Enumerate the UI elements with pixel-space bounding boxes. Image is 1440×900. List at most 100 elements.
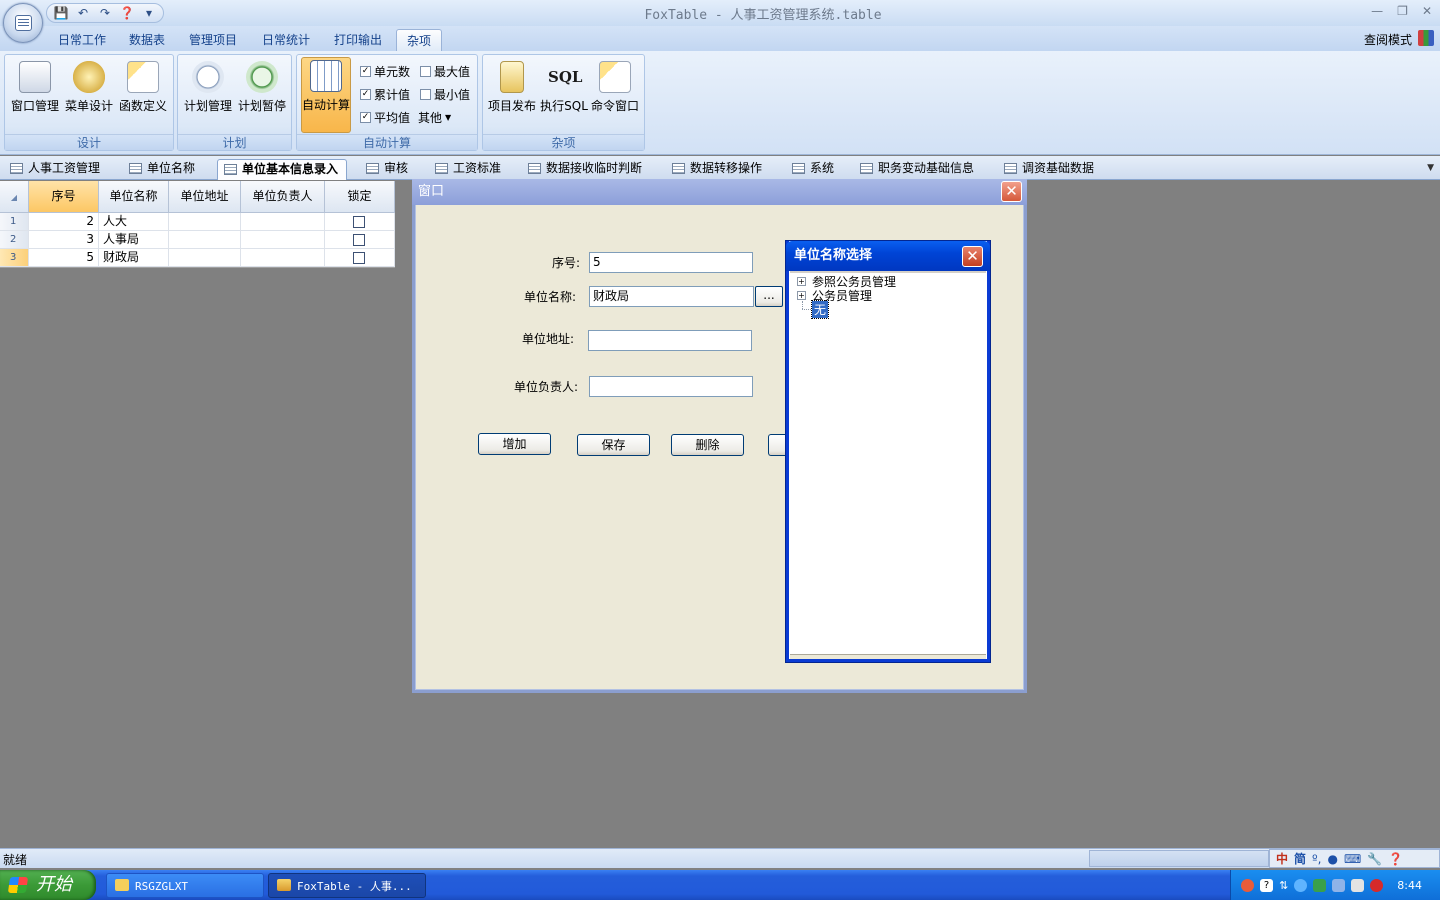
cell-address[interactable] [169, 249, 241, 267]
view-mode-label[interactable]: 查阅模式 [1364, 31, 1412, 48]
tray-network-icon[interactable] [1313, 878, 1327, 892]
tray-back-icon[interactable] [1294, 878, 1308, 892]
cell-name[interactable]: 人事局 [99, 231, 169, 249]
cell-locked[interactable] [325, 213, 395, 231]
tray-app-icon[interactable] [1241, 878, 1255, 892]
cell-seq[interactable]: 3 [29, 231, 99, 249]
clock[interactable]: 8:44 [1397, 879, 1422, 892]
check-average[interactable]: ✓ 平均值 [360, 109, 410, 126]
function-define-button[interactable]: 函数定义 [117, 59, 169, 133]
minimize-icon[interactable]: — [1371, 4, 1383, 18]
checkbox-empty-icon[interactable] [420, 66, 431, 77]
ime-punct-icon[interactable]: º, [1312, 852, 1321, 866]
save-button[interactable]: 保存 [577, 434, 650, 456]
tray-monitor-icon[interactable] [1332, 878, 1346, 892]
tab-list-arrow-icon[interactable]: ▼ [1427, 163, 1434, 173]
lock-checkbox[interactable] [353, 216, 365, 228]
grid-corner[interactable]: ◢ [0, 181, 29, 213]
checkbox-checked-icon[interactable]: ✓ [360, 112, 371, 123]
row-header[interactable]: 1 [0, 213, 29, 231]
plan-manage-button[interactable]: 计划管理 [182, 59, 234, 133]
doctab-unit-info-entry[interactable]: 单位基本信息录入 [217, 159, 348, 180]
check-cell-count[interactable]: ✓ 单元数 [360, 63, 410, 80]
project-publish-button[interactable]: 项目发布 [486, 59, 538, 133]
keyboard-icon[interactable]: ⌨ [1344, 852, 1361, 866]
tree-node-selected[interactable]: 无 [810, 300, 830, 319]
check-max[interactable]: 最大值 [420, 63, 470, 80]
tab-daily-work[interactable]: 日常工作 [48, 29, 116, 51]
checkbox-checked-icon[interactable]: ✓ [360, 89, 371, 100]
unit-head-input[interactable] [589, 376, 753, 397]
tab-data-table[interactable]: 数据表 [119, 29, 175, 51]
expand-icon[interactable]: + [797, 277, 806, 286]
form-close-icon[interactable]: ✕ [1001, 181, 1022, 202]
tray-alert-icon[interactable] [1370, 878, 1384, 892]
plan-pause-button[interactable]: 计划暂停 [236, 59, 288, 133]
row-header[interactable]: 2 [0, 231, 29, 249]
tab-misc[interactable]: 杂项 [396, 29, 443, 51]
help-circle-icon[interactable]: ❓ [1388, 852, 1403, 866]
menu-design-button[interactable]: 菜单设计 [63, 59, 115, 133]
view-mode-icon[interactable] [1418, 30, 1434, 46]
wrench-icon[interactable]: 🔧 [1367, 852, 1382, 866]
tree-node[interactable]: + 公务员管理 [797, 287, 872, 304]
row-header-current[interactable]: 3 [0, 249, 29, 267]
taskbar-item-folder[interactable]: RSGZGLXT [106, 873, 264, 898]
window-manage-button[interactable]: 窗口管理 [9, 59, 61, 133]
unit-address-input[interactable] [588, 330, 752, 351]
add-button[interactable]: 增加 [478, 433, 551, 455]
unit-name-input[interactable]: 财政局 [589, 286, 754, 307]
cell-locked[interactable] [325, 249, 395, 267]
close-icon[interactable]: ✕ [1422, 4, 1432, 18]
doctab-adjust-salary[interactable]: 调资基础数据 [998, 159, 1102, 180]
cell-head[interactable] [241, 213, 325, 231]
auto-calc-button[interactable]: 自动计算 [301, 57, 351, 133]
ime-lang-label[interactable]: 中 [1276, 850, 1288, 867]
ime-fullwidth-icon[interactable]: ● [1328, 852, 1338, 866]
doctab-data-receive[interactable]: 数据接收临时判断 [522, 159, 650, 180]
tab-manage-project[interactable]: 管理项目 [179, 29, 247, 51]
taskbar-item-foxtable[interactable]: FoxTable - 人事... [268, 873, 426, 898]
cell-address[interactable] [169, 231, 241, 249]
doctab-audit[interactable]: 审核 [360, 159, 416, 180]
cell-head[interactable] [241, 231, 325, 249]
doctab-unit-name[interactable]: 单位名称 [123, 159, 203, 180]
tab-daily-stats[interactable]: 日常统计 [252, 29, 320, 51]
other-dropdown[interactable]: 其他 ▼ [418, 109, 451, 126]
doctab-system[interactable]: 系统 [786, 159, 842, 180]
check-cumulative[interactable]: ✓ 累计值 [360, 86, 410, 103]
tab-print-output[interactable]: 打印输出 [324, 29, 392, 51]
column-header-head[interactable]: 单位负责人 [241, 181, 325, 213]
delete-button[interactable]: 删除 [671, 434, 744, 456]
lock-checkbox[interactable] [353, 252, 365, 264]
check-min[interactable]: 最小值 [420, 86, 470, 103]
checkbox-empty-icon[interactable] [420, 89, 431, 100]
doctab-position-change[interactable]: 职务变动基础信息 [854, 159, 982, 180]
column-header-seq[interactable]: 序号 [29, 181, 99, 213]
checkbox-checked-icon[interactable]: ✓ [360, 66, 371, 77]
column-header-address[interactable]: 单位地址 [169, 181, 241, 213]
command-window-button[interactable]: 命令窗口 [589, 59, 641, 133]
tray-help-icon[interactable]: ? [1260, 878, 1274, 892]
browse-unit-button[interactable]: ... [755, 286, 783, 307]
exec-sql-button[interactable]: SQL 执行SQL [538, 59, 590, 133]
lock-checkbox[interactable] [353, 234, 365, 246]
cell-address[interactable] [169, 213, 241, 231]
picker-close-icon[interactable]: ✕ [962, 246, 983, 267]
ime-simplified-label[interactable]: 简 [1294, 850, 1306, 867]
cell-name[interactable]: 财政局 [99, 249, 169, 267]
office-button[interactable] [3, 3, 43, 43]
cell-name[interactable]: 人大 [99, 213, 169, 231]
cell-head[interactable] [241, 249, 325, 267]
expand-icon[interactable]: + [797, 291, 806, 300]
tray-display-icon[interactable] [1351, 878, 1365, 892]
doctab-salary-standard[interactable]: 工资标准 [429, 159, 509, 180]
doctab-data-transfer[interactable]: 数据转移操作 [666, 159, 770, 180]
tray-arrows-icon[interactable]: ⇅ [1279, 879, 1288, 892]
restore-icon[interactable]: ❐ [1397, 4, 1408, 18]
cell-locked[interactable] [325, 231, 395, 249]
cell-seq[interactable]: 5 [29, 249, 99, 267]
column-header-locked[interactable]: 锁定 [325, 181, 395, 213]
cell-seq[interactable]: 2 [29, 213, 99, 231]
doctab-salary-manage[interactable]: 人事工资管理 [4, 159, 108, 180]
